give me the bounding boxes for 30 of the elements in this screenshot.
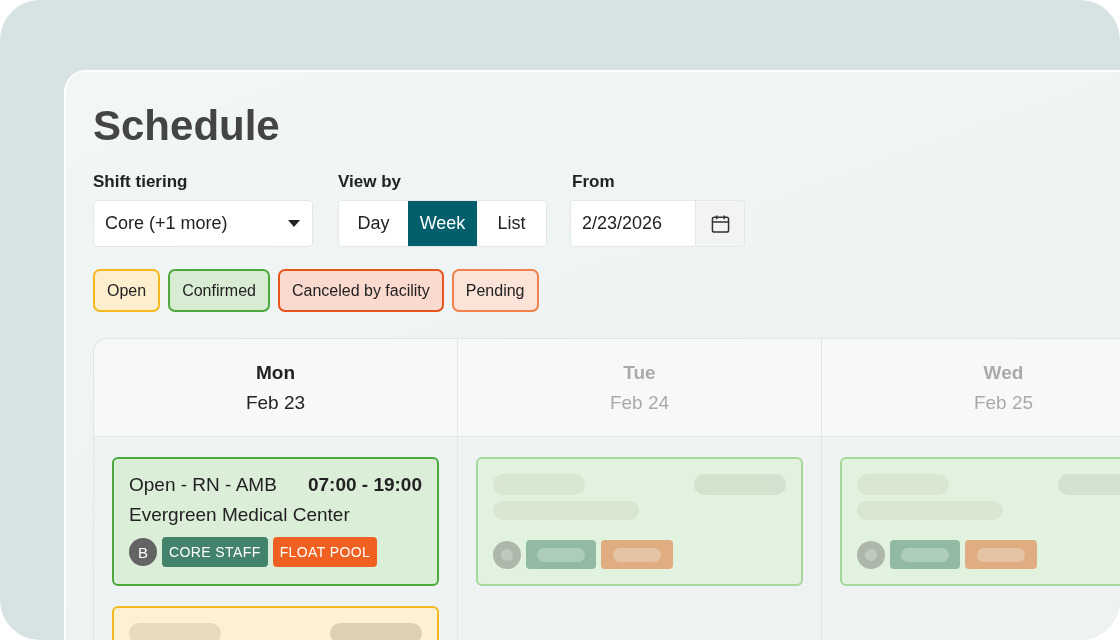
skeleton-tag <box>965 540 1037 569</box>
avatar-initial: B <box>129 538 157 566</box>
status-legend-chip: Confirmed <box>168 269 270 312</box>
facility-name: Evergreen Medical Center <box>129 504 350 526</box>
filter-label: Shift tiering <box>93 172 188 192</box>
skeleton-tag <box>601 540 673 569</box>
shift-title: Open - RN - AMB <box>129 474 277 496</box>
view-tab[interactable]: Week <box>408 201 477 246</box>
staff-tag: FLOAT POOL <box>272 537 378 567</box>
day-name: Tue <box>623 361 656 384</box>
status-legend-chip: Open <box>93 269 161 312</box>
day-date: Feb 23 <box>245 391 306 414</box>
filter-label: From <box>572 172 615 192</box>
status-legend-chip: Canceled by facility <box>277 269 444 312</box>
caret-icon <box>288 220 300 227</box>
page-title: Schedule <box>93 101 280 151</box>
staff-tag: CORE STAFF <box>162 537 268 567</box>
skeleton-tag <box>890 540 960 569</box>
day-date: Feb 25 <box>973 391 1034 414</box>
day-name: Mon <box>255 361 295 384</box>
day-date: Feb 24 <box>609 391 670 414</box>
day-name: Wed <box>983 361 1024 384</box>
skeleton-avatar-icon <box>857 540 885 569</box>
filter-label: View by <box>338 172 401 192</box>
status-legend-chip: Pending <box>451 269 539 312</box>
shift-card[interactable]: Open - RN - AMB 07:00 - 19:00 Evergreen Medical Center B CORE STAFF FLOAT POOL <box>112 457 439 586</box>
skeleton-tag <box>526 540 596 569</box>
shift-time: 07:00 - 19:00 <box>307 474 422 496</box>
shift-tiering-dropdown[interactable]: Core (+1 more) <box>93 200 313 247</box>
skeleton-avatar-icon <box>493 540 521 569</box>
